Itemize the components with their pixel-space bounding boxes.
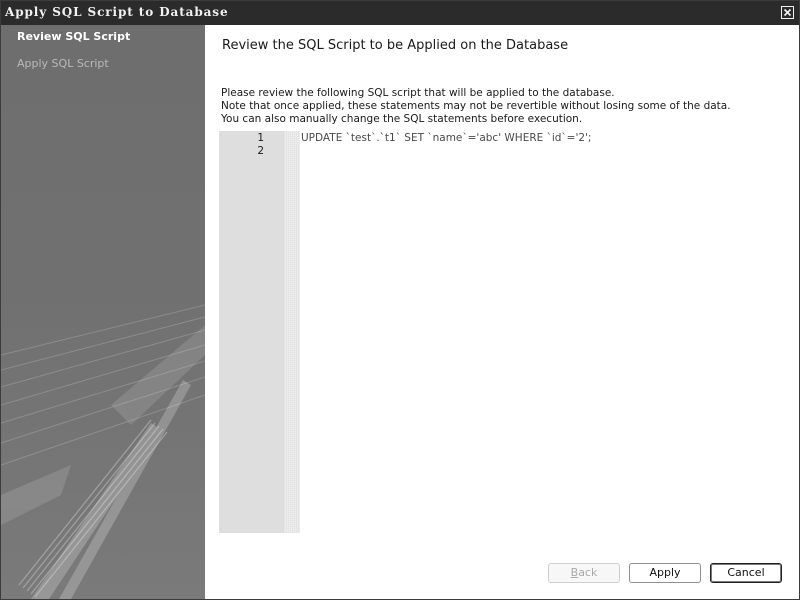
title-bar[interactable]: Apply SQL Script to Database: [1, 1, 799, 26]
line-number: 1: [257, 132, 264, 144]
fold-margin[interactable]: [284, 131, 300, 533]
wizard-sidebar: Review SQL Script Apply SQL Script: [1, 25, 205, 599]
description-line-1: Please review the following SQL script t…: [221, 87, 615, 99]
apply-button[interactable]: Apply: [629, 563, 701, 583]
back-button[interactable]: Back: [548, 563, 620, 583]
cancel-button[interactable]: Cancel: [710, 563, 782, 583]
back-button-label-rest: ack: [578, 566, 598, 579]
sql-code-line[interactable]: UPDATE `test`.`t1` SET `name`='abc' WHER…: [301, 132, 591, 144]
line-number-gutter: 1 2: [219, 131, 284, 533]
main-panel: Review the SQL Script to be Applied on t…: [205, 25, 799, 599]
close-icon: [782, 7, 793, 18]
line-number: 2: [257, 145, 264, 157]
window-title: Apply SQL Script to Database: [5, 5, 229, 19]
close-button[interactable]: [781, 6, 794, 19]
step-apply-sql-script: Apply SQL Script: [17, 57, 109, 70]
sql-editor[interactable]: 1 2 UPDATE `test`.`t1` SET `name`='abc' …: [219, 131, 779, 533]
step-review-sql-script: Review SQL Script: [17, 30, 131, 43]
dialog-window: Apply SQL Script to Database Review SQL …: [0, 0, 800, 600]
description-line-2: Note that once applied, these statements…: [221, 100, 731, 112]
page-title: Review the SQL Script to be Applied on t…: [222, 38, 569, 53]
sidebar-decoration: [1, 304, 205, 599]
description-line-3: You can also manually change the SQL sta…: [221, 113, 583, 125]
